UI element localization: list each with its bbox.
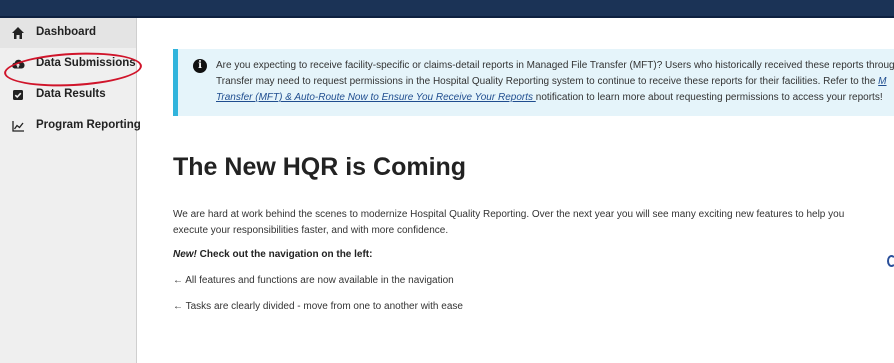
alert-line-text: Transfer may need to request permissions… bbox=[216, 76, 879, 87]
sidebar-item-dashboard[interactable]: Dashboard bbox=[0, 18, 136, 48]
sidebar-item-label: Program Reporting bbox=[36, 119, 141, 131]
intro-line: execute your responsibilities faster, an… bbox=[173, 224, 449, 236]
sidebar-item-data-results[interactable]: Data Results bbox=[0, 80, 136, 110]
home-icon bbox=[12, 27, 24, 39]
checkbox-icon bbox=[13, 90, 23, 100]
help-widget-icon[interactable] bbox=[887, 255, 894, 267]
top-header-bar bbox=[0, 0, 894, 18]
line-chart-icon bbox=[12, 121, 24, 132]
sidebar-item-label: Dashboard bbox=[36, 26, 97, 38]
cloud-upload-icon bbox=[12, 59, 25, 69]
alert-line-text: notification to learn more about request… bbox=[535, 92, 883, 103]
new-label: New! bbox=[173, 249, 197, 260]
alert-message: Are you expecting to receive facility-sp… bbox=[216, 58, 894, 106]
new-callout-text: Check out the navigation on the left: bbox=[196, 249, 373, 260]
mft-notification-link[interactable]: Transfer (MFT) & Auto-Route Now to Ensur… bbox=[216, 92, 536, 103]
feature-item: ← Tasks are clearly divided - move from … bbox=[173, 301, 463, 312]
sidebar-item-label: Data Submissions bbox=[36, 57, 136, 69]
new-navigation-callout: New! Check out the navigation on the lef… bbox=[173, 249, 372, 260]
alert-line: Transfer (MFT) & Auto-Route Now to Ensur… bbox=[216, 90, 894, 106]
alert-line: Are you expecting to receive facility-sp… bbox=[216, 60, 894, 71]
intro-line: We are hard at work behind the scenes to… bbox=[173, 209, 845, 220]
intro-paragraph: We are hard at work behind the scenes to… bbox=[173, 207, 873, 238]
mft-info-alert: i Are you expecting to receive facility-… bbox=[173, 49, 894, 116]
feature-item: ← All features and functions are now ava… bbox=[173, 275, 454, 286]
sidebar-item-program-reporting[interactable]: Program Reporting bbox=[0, 111, 141, 141]
alert-line: Transfer may need to request permissions… bbox=[216, 74, 894, 90]
info-icon: i bbox=[193, 59, 207, 73]
sidebar-item-label: Data Results bbox=[36, 88, 106, 100]
mft-notification-link-start[interactable]: M bbox=[878, 76, 886, 87]
sidebar: Dashboard Data Submissions Data Results … bbox=[0, 18, 141, 363]
page-title: The New HQR is Coming bbox=[173, 153, 467, 181]
sidebar-item-data-submissions[interactable]: Data Submissions bbox=[0, 49, 136, 79]
